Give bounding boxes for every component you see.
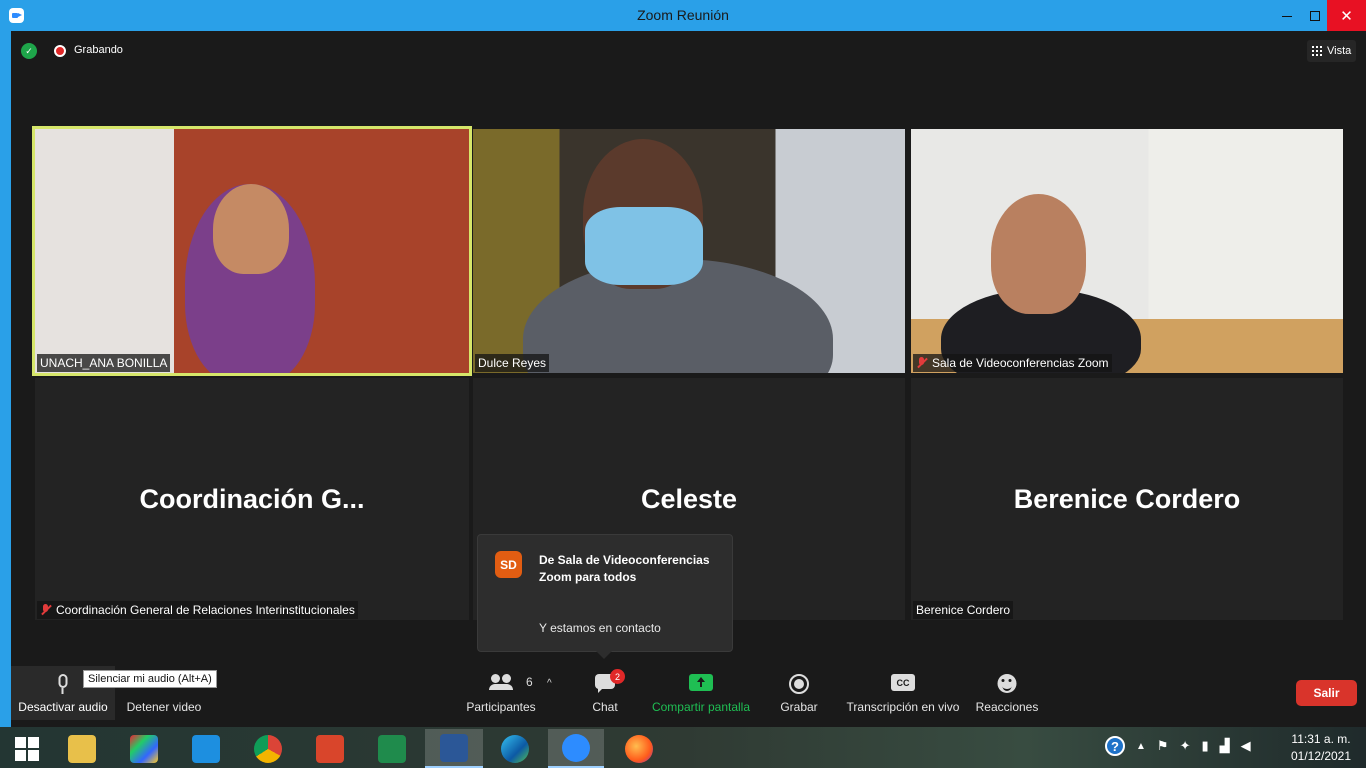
taskbar-word[interactable] xyxy=(425,729,483,768)
windows-logo-icon xyxy=(15,736,39,761)
chat-unread-badge: 2 xyxy=(610,669,625,684)
chat-sender: De Sala de Videoconferencias Zoom para t… xyxy=(539,553,710,584)
edge-icon xyxy=(501,734,529,763)
video-tile-dulce-reyes[interactable]: Dulce Reyes xyxy=(473,129,905,373)
participant-face xyxy=(991,194,1086,314)
maximize-icon xyxy=(1310,10,1320,21)
share-screen-button[interactable]: Compartir pantalla xyxy=(649,666,753,720)
taskbar-clock[interactable]: 11:31 a. m. 01/12/2021 xyxy=(1282,731,1360,765)
help-icon[interactable]: ? xyxy=(1105,736,1125,756)
participant-display-name: Berenice Cordero xyxy=(1013,484,1241,514)
taskbar-edge[interactable] xyxy=(488,729,542,768)
colorful-app-icon xyxy=(130,734,158,763)
recording-label: Grabando xyxy=(74,44,123,56)
taskbar-file-explorer[interactable] xyxy=(55,729,109,768)
view-button[interactable]: Vista xyxy=(1307,40,1357,62)
taskbar-zoom[interactable] xyxy=(548,729,604,768)
security-shield-icon[interactable]: ✓ xyxy=(21,43,37,59)
participant-face xyxy=(213,184,289,274)
battery-icon[interactable]: ▮ xyxy=(1201,738,1208,754)
signal-strength-icon[interactable]: ▟ xyxy=(1220,738,1230,754)
excel-icon xyxy=(378,734,406,763)
view-label: Vista xyxy=(1327,45,1352,57)
record-icon xyxy=(789,674,809,694)
sender-avatar: SD xyxy=(495,551,522,578)
word-icon xyxy=(440,733,468,762)
folder-icon xyxy=(68,734,96,763)
chrome-icon xyxy=(254,734,282,763)
taskbar-excel[interactable] xyxy=(365,729,419,768)
video-tile-sala-videoconferencias[interactable]: Sala de Videoconferencias Zoom xyxy=(911,129,1343,373)
closed-caption-icon: CC xyxy=(891,674,915,691)
participants-count: 6 xyxy=(526,675,533,689)
name-tag: Sala de Videoconferencias Zoom xyxy=(913,354,1112,372)
network-status-icon[interactable]: ✦ xyxy=(1180,738,1191,754)
taskbar-touch-app[interactable] xyxy=(179,729,233,768)
office-app-icon xyxy=(316,734,344,763)
taskbar-chrome[interactable] xyxy=(241,729,295,768)
clock-date: 01/12/2021 xyxy=(1290,749,1352,763)
clock-time: 11:31 a. m. xyxy=(1291,732,1351,746)
window-left-border xyxy=(0,31,11,727)
leave-meeting-button[interactable]: Salir xyxy=(1296,680,1357,706)
share-screen-icon xyxy=(689,674,713,691)
volume-icon[interactable]: ◀ xyxy=(1241,738,1251,754)
start-button[interactable] xyxy=(0,729,54,768)
minimize-icon xyxy=(1282,16,1292,17)
record-button[interactable]: Grabar xyxy=(775,666,823,720)
firefox-icon xyxy=(625,734,653,763)
grid-view-icon xyxy=(1312,46,1322,56)
zoom-icon xyxy=(562,733,590,762)
close-button[interactable]: ✕ xyxy=(1327,0,1366,31)
tile-berenice-cordero[interactable]: Berenice Cordero Berenice Cordero xyxy=(911,378,1343,620)
chat-message: Y estamos en contacto xyxy=(539,621,661,635)
name-tag: Dulce Reyes xyxy=(475,354,550,372)
action-center-flag-icon[interactable]: ⚑ xyxy=(1157,738,1169,754)
participants-icon xyxy=(489,674,513,690)
show-hidden-icons-chevron-icon[interactable]: ▲ xyxy=(1136,741,1146,752)
muted-mic-icon xyxy=(40,604,52,616)
video-tile-ana-bonilla[interactable]: UNACH_ANA BONILLA xyxy=(32,126,472,376)
recording-icon xyxy=(54,45,66,57)
mute-tooltip: Silenciar mi audio (Alt+A) xyxy=(83,670,217,688)
participant-display-name: Coordinación G... xyxy=(139,484,365,514)
taskbar-office-red[interactable] xyxy=(303,729,357,768)
minimize-button[interactable] xyxy=(1272,0,1302,31)
participant-display-name: Celeste xyxy=(640,484,738,514)
chat-notification[interactable]: SD De Sala de Videoconferencias Zoom par… xyxy=(477,534,733,659)
reactions-button[interactable]: Reacciones xyxy=(973,666,1041,720)
microphone-icon xyxy=(58,674,68,694)
participants-button[interactable]: 6 Participantes xyxy=(463,666,539,720)
live-transcription-button[interactable]: CC Transcripción en vivo xyxy=(845,666,961,720)
muted-mic-icon xyxy=(916,357,928,369)
title-bar: Zoom Reunión ✕ xyxy=(0,0,1366,31)
maximize-button[interactable] xyxy=(1300,0,1330,31)
smiley-icon xyxy=(997,674,1017,693)
window-title: Zoom Reunión xyxy=(637,7,729,23)
taskbar-app-colorful[interactable] xyxy=(117,729,171,768)
name-tag: Berenice Cordero xyxy=(913,601,1014,619)
taskbar-firefox[interactable] xyxy=(612,729,666,768)
face-mask xyxy=(585,207,703,285)
name-tag: UNACH_ANA BONILLA xyxy=(37,354,171,372)
name-tag: Coordinación General de Relaciones Inter… xyxy=(37,601,358,619)
tile-coordinacion[interactable]: Coordinación G... Coordinación General d… xyxy=(35,378,469,620)
system-tray: ? ▲ ⚑ ✦ ▮ ▟ ◀ xyxy=(1105,736,1251,756)
participants-menu-caret-icon[interactable]: ^ xyxy=(547,678,552,689)
touch-app-icon xyxy=(192,734,220,763)
